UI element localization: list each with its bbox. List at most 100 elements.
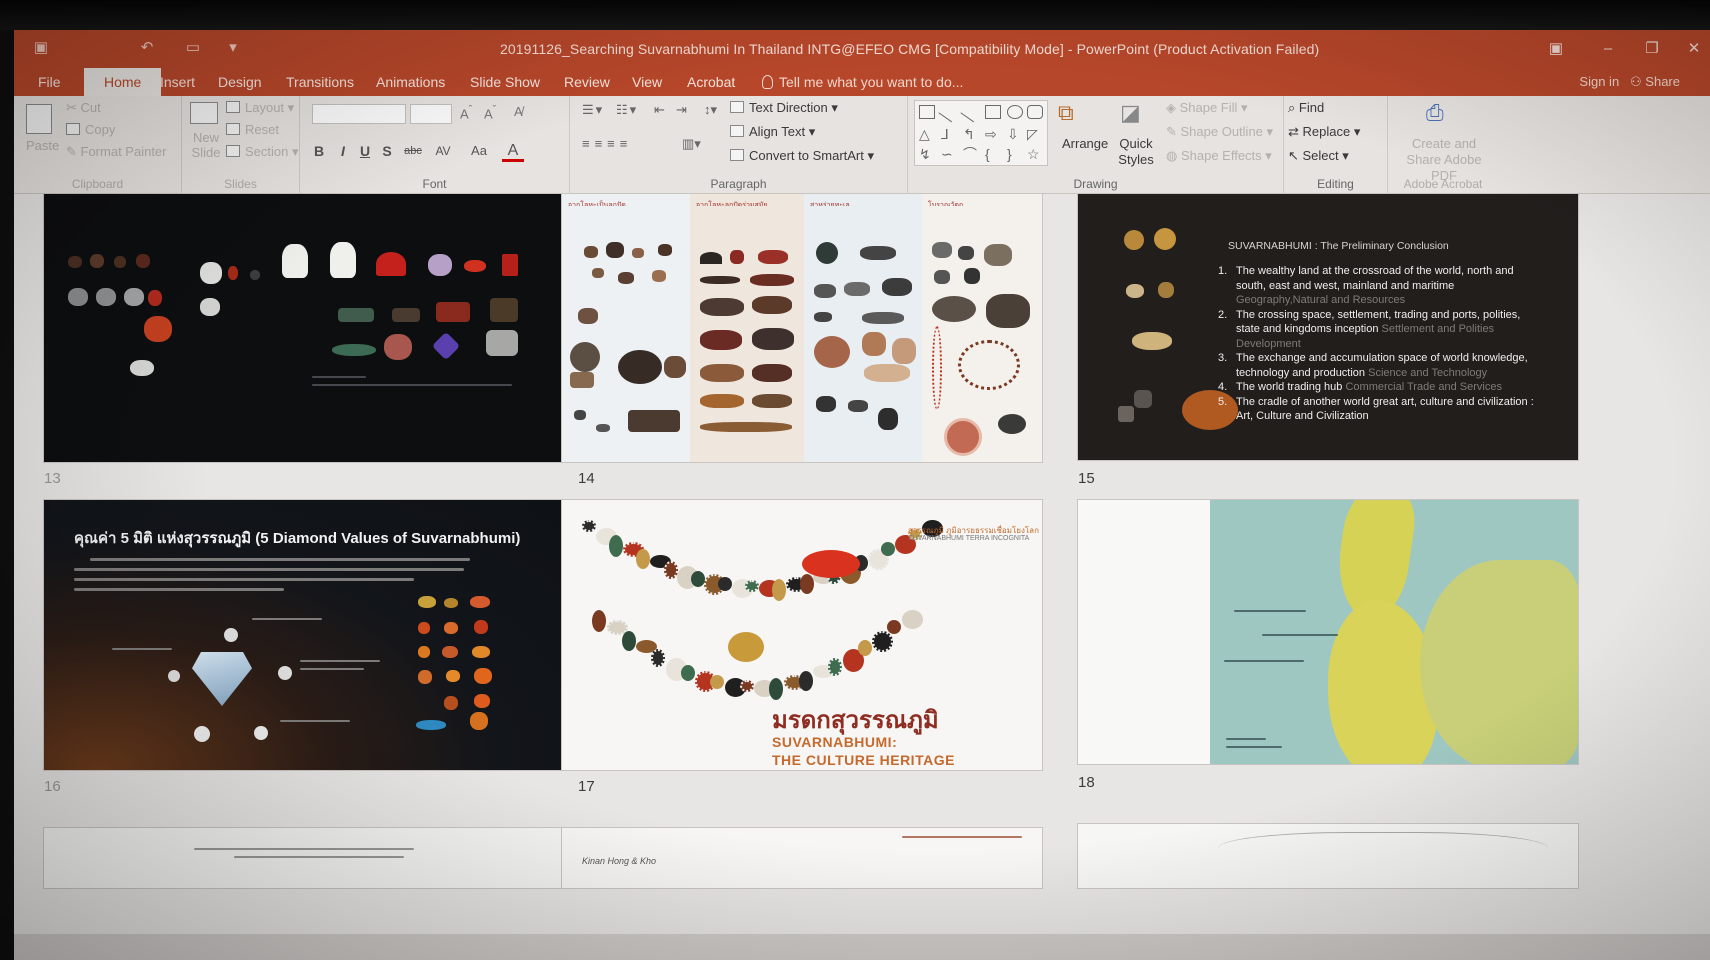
shape-brace-left[interactable]: { xyxy=(985,147,1001,161)
italic-button[interactable]: I xyxy=(332,140,354,162)
shape-rectangle[interactable] xyxy=(985,105,1001,119)
maximize-icon[interactable]: ❐ xyxy=(1640,39,1664,59)
slide-thumbnail-13[interactable] xyxy=(44,194,568,462)
minimize-icon[interactable]: – xyxy=(1596,39,1620,59)
column-1-heading: จากโลหะเป็นลูกปัด xyxy=(568,202,626,206)
shape-fill-button[interactable]: ◈ Shape Fill ▾ xyxy=(1166,100,1248,116)
shadow-button[interactable]: S xyxy=(376,140,398,162)
shape-callout[interactable]: ◸ xyxy=(1027,127,1043,141)
font-color-button[interactable]: A xyxy=(502,140,524,162)
slide-thumbnail-16[interactable]: คุณค่า 5 มิติ แห่งสุวรรณภูมิ (5 Diamond … xyxy=(44,500,568,770)
tab-design[interactable]: Design xyxy=(218,68,262,96)
ribbon-display-icon[interactable]: ▣ xyxy=(1544,39,1568,59)
quick-styles-button[interactable]: Quick Styles xyxy=(1114,136,1158,168)
bullets-icon[interactable]: ☰▾ xyxy=(582,102,604,118)
decrease-indent-icon[interactable]: ⇤ xyxy=(654,102,665,118)
section-button[interactable]: Section ▾ xyxy=(226,144,299,160)
shapes-gallery[interactable]: △ ⅃ ↰ ⇨ ⇩ ◸ ↯ ∽ ⌒ { } ☆ xyxy=(914,100,1048,166)
grow-font-icon[interactable]: Aˆ xyxy=(460,104,472,121)
save-icon[interactable]: ▭ xyxy=(184,39,202,57)
close-icon[interactable]: ✕ xyxy=(1682,39,1706,59)
format-painter-button[interactable]: ✎ Format Painter xyxy=(66,144,167,160)
text-direction-button[interactable]: Text Direction ▾ xyxy=(730,100,838,116)
copy-button[interactable]: Copy xyxy=(66,122,115,137)
shape-freeform[interactable]: ↯ xyxy=(919,147,935,161)
tab-file[interactable]: File xyxy=(38,68,61,96)
artifact xyxy=(338,308,374,322)
convert-smartart-button[interactable]: Convert to SmartArt ▾ xyxy=(730,148,874,164)
slide-thumbnail-19[interactable] xyxy=(44,828,568,888)
cut-button[interactable]: ✂ Cut xyxy=(66,100,101,116)
shape-elbow[interactable]: ⅃ xyxy=(941,127,957,141)
slide-thumbnail-18[interactable] xyxy=(1078,500,1578,764)
clipboard-group-label: Clipboard xyxy=(71,177,124,191)
shape-triangle[interactable]: △ xyxy=(919,127,935,141)
tab-slide-show[interactable]: Slide Show xyxy=(470,68,540,96)
shape-arc[interactable]: ⌒ xyxy=(963,147,979,161)
paste-button[interactable]: Paste xyxy=(26,138,59,153)
tab-animations[interactable]: Animations xyxy=(376,68,445,96)
line-spacing-icon[interactable]: ↕▾ xyxy=(704,102,717,118)
customize-qat-icon[interactable]: ▾ xyxy=(224,39,242,57)
shape-right-arrow[interactable]: ⇨ xyxy=(985,127,1001,141)
underline-button[interactable]: U xyxy=(354,140,376,162)
numbering-icon[interactable]: ☷▾ xyxy=(616,102,638,118)
char-spacing-button[interactable]: AV xyxy=(430,140,456,162)
text-line xyxy=(902,836,1022,838)
increase-indent-icon[interactable]: ⇥ xyxy=(676,102,687,118)
shape-line[interactable] xyxy=(938,101,960,123)
slide-thumbnail-14[interactable]: จากโลหะเป็นลูกปัด จากโลหะลูกปัดร่วมสมัย xyxy=(562,194,1042,462)
shape-star[interactable]: ☆ xyxy=(1027,147,1043,161)
shape-outline-button[interactable]: ✎ Shape Outline ▾ xyxy=(1166,124,1273,140)
font-size-select[interactable] xyxy=(410,104,452,124)
new-slide-button[interactable]: New Slide xyxy=(188,130,224,160)
shape-rounded-rect[interactable] xyxy=(1027,105,1043,119)
title-bar: ▣ ↶ ▭ ▾ 20191126_Searching Suvarnabhumi … xyxy=(14,30,1710,68)
paste-icon[interactable] xyxy=(26,104,57,136)
sign-in-link[interactable]: Sign in xyxy=(1579,74,1619,89)
strikethrough-button[interactable]: abc xyxy=(400,140,426,162)
shape-brace-right[interactable]: } xyxy=(1007,147,1023,161)
shape-down-arrow[interactable]: ⇩ xyxy=(1007,127,1023,141)
shrink-font-icon[interactable]: Aˇ xyxy=(484,104,496,121)
reset-button[interactable]: Reset xyxy=(226,122,279,137)
find-button[interactable]: ⌕ Find xyxy=(1288,100,1324,116)
layout-button[interactable]: Layout ▾ xyxy=(226,100,294,116)
arrange-button[interactable]: Arrange xyxy=(1062,136,1108,151)
new-slide-icon[interactable] xyxy=(190,102,223,126)
shape-curve[interactable]: ↰ xyxy=(963,127,979,141)
align-buttons-icon[interactable]: ≡≡≡≡ xyxy=(582,136,632,151)
signin-share[interactable]: Sign in ⚇ Share xyxy=(1579,68,1680,96)
shape-scribble[interactable]: ∽ xyxy=(941,147,957,161)
app-icon[interactable]: ▣ xyxy=(32,39,50,57)
share-button[interactable]: Share xyxy=(1645,74,1680,89)
slide-thumbnail-21[interactable] xyxy=(1078,824,1578,888)
slide-thumbnail-20[interactable]: Kinan Hong & Kho xyxy=(562,828,1042,888)
font-name-select[interactable] xyxy=(312,104,406,124)
align-text-button[interactable]: Align Text ▾ xyxy=(730,124,815,140)
artifact xyxy=(428,254,452,276)
tab-view[interactable]: View xyxy=(632,68,662,96)
replace-button[interactable]: ⇄ Replace ▾ xyxy=(1288,124,1360,140)
tab-acrobat[interactable]: Acrobat xyxy=(687,68,735,96)
font-group: Aˆ Aˇ A̸ B I U S abc AV Aa A Font xyxy=(300,96,570,194)
tab-review[interactable]: Review xyxy=(564,68,610,96)
undo-icon[interactable]: ↶ xyxy=(138,39,156,57)
select-button[interactable]: ↖ Select ▾ xyxy=(1288,148,1349,164)
shape-effects-button[interactable]: ◍ Shape Effects ▾ xyxy=(1166,148,1272,164)
columns-icon[interactable]: ▥▾ xyxy=(682,136,701,152)
shape-textbox[interactable] xyxy=(919,105,935,119)
tell-me-box[interactable]: Tell me what you want to do... xyxy=(762,68,963,96)
shape-arrow[interactable] xyxy=(960,101,982,123)
shape-oval[interactable] xyxy=(1007,105,1023,119)
change-case-button[interactable]: Aa xyxy=(466,140,492,162)
bold-button[interactable]: B xyxy=(308,140,330,162)
clear-format-icon[interactable]: A̸ xyxy=(514,104,523,119)
tab-insert[interactable]: Insert xyxy=(160,68,195,96)
slide-15-title: SUVARNABHUMI : The Preliminary Conclusio… xyxy=(1228,240,1449,252)
tab-home[interactable]: Home xyxy=(84,68,162,96)
slide-thumbnail-15[interactable]: SUVARNABHUMI : The Preliminary Conclusio… xyxy=(1078,194,1578,460)
slide-thumbnail-17[interactable]: สุวรรณภูมิ ภูมิอารยธรรมเชื่อมโยงโลก SUVA… xyxy=(562,500,1042,770)
tab-transitions[interactable]: Transitions xyxy=(286,68,354,96)
replace-icon: ⇄ xyxy=(1288,124,1303,139)
